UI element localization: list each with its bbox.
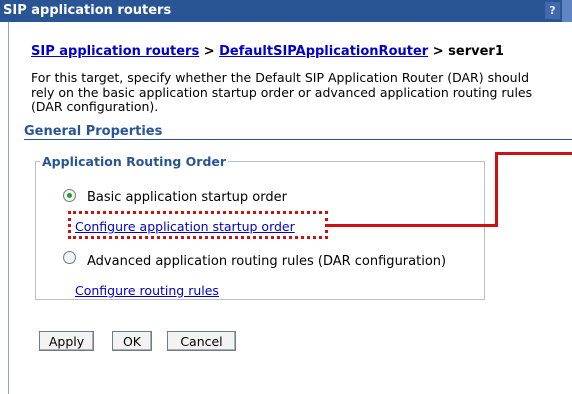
breadcrumb-separator: > (428, 44, 449, 59)
breadcrumb-link-default-sip-application-router[interactable]: DefaultSIPApplicationRouter (219, 44, 428, 59)
cancel-button[interactable]: Cancel (167, 331, 236, 351)
page-description: For this target, specify whether the Def… (31, 70, 533, 114)
breadcrumb-separator: > (199, 44, 220, 59)
general-properties-divider (24, 139, 572, 140)
general-properties-heading: General Properties (24, 124, 163, 139)
configure-routing-rules-link[interactable]: Configure routing rules (75, 283, 219, 298)
breadcrumb-current: server1 (448, 44, 504, 59)
highlight-box (68, 211, 328, 239)
callout-line-horizontal (328, 224, 498, 227)
basic-startup-order-label: Basic application startup order (87, 190, 287, 205)
breadcrumb-link-sip-application-routers[interactable]: SIP application routers (31, 44, 199, 59)
apply-button[interactable]: Apply (39, 331, 94, 351)
basic-startup-order-radio[interactable] (63, 189, 76, 202)
advanced-routing-rules-label: Advanced application routing rules (DAR … (87, 254, 447, 269)
ok-button[interactable]: OK (112, 331, 152, 351)
callout-line-top (495, 152, 572, 155)
title-bar: SIP application routers ? (0, 0, 572, 22)
left-border (8, 22, 9, 394)
help-button[interactable]: ? (545, 2, 560, 19)
callout-line-vertical (495, 152, 498, 227)
advanced-routing-rules-radio[interactable] (63, 251, 76, 264)
breadcrumb: SIP application routers > DefaultSIPAppl… (31, 44, 504, 59)
scrollbar-edge[interactable] (562, 0, 572, 22)
routing-order-legend: Application Routing Order (42, 154, 227, 169)
window-title: SIP application routers (3, 3, 172, 18)
